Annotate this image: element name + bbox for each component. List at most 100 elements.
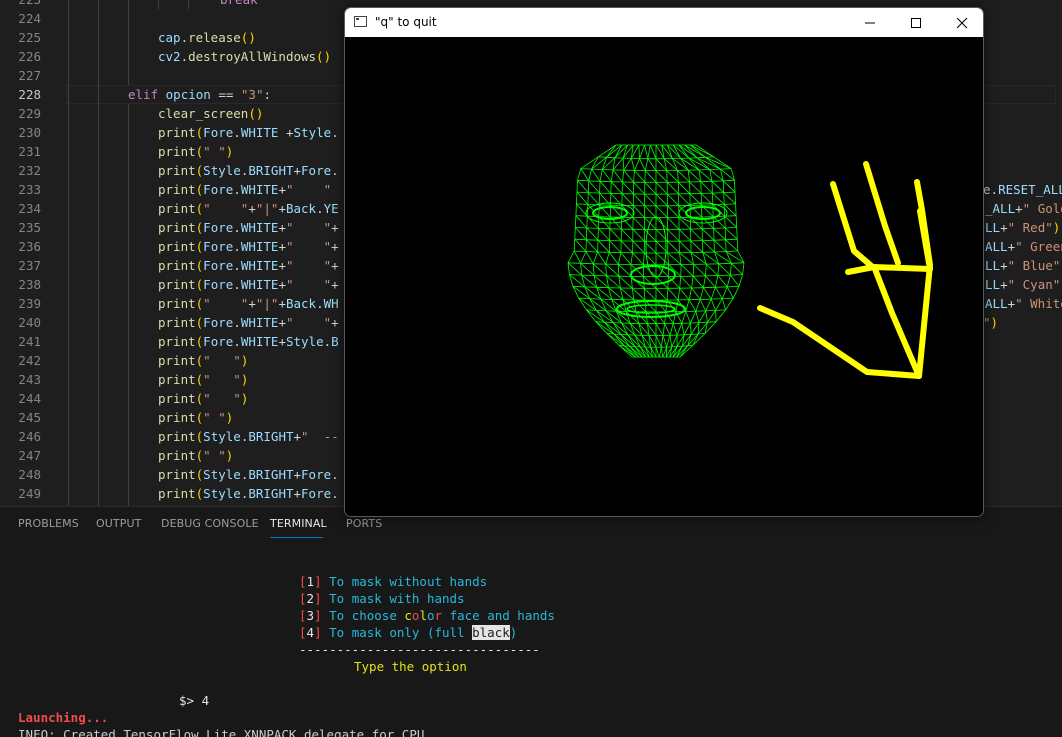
mesh-edge xyxy=(622,182,633,194)
mesh-edge xyxy=(686,300,689,312)
mesh-edge xyxy=(656,171,667,183)
line-number: 242 xyxy=(0,351,41,370)
line-number: 249 xyxy=(0,484,41,503)
hand-bone xyxy=(833,184,919,376)
minimize-button[interactable] xyxy=(847,8,893,37)
code-line: print(Fore.WHITE+" "+ xyxy=(158,218,339,237)
mesh-edge xyxy=(575,216,576,228)
mesh-edge xyxy=(673,324,677,336)
mesh-edge xyxy=(692,276,694,288)
mesh-edge xyxy=(568,263,569,275)
mesh-edge xyxy=(609,252,618,264)
mesh-edge xyxy=(613,323,628,335)
mesh-edge xyxy=(577,180,578,192)
mesh-edge xyxy=(667,194,678,206)
mesh-edge xyxy=(596,310,604,322)
mesh-edge xyxy=(578,180,589,181)
mesh-edge xyxy=(606,264,619,276)
mesh-edge xyxy=(575,239,587,240)
tab-ports[interactable]: PORTS xyxy=(346,517,382,530)
mesh-edge xyxy=(581,252,586,264)
close-button[interactable] xyxy=(939,8,984,37)
code-fragment: LL+" Cyan") xyxy=(985,275,1062,294)
mesh-edge xyxy=(736,204,737,216)
mesh-edge xyxy=(668,229,680,241)
maximize-button[interactable] xyxy=(893,8,939,37)
mesh-edge xyxy=(689,288,692,300)
mesh-edge xyxy=(619,345,636,357)
mesh-edge xyxy=(581,169,592,170)
mesh-edge xyxy=(587,228,598,240)
mesh-edge xyxy=(598,228,609,240)
mesh-edge xyxy=(581,263,594,264)
code-line: print(Style.BRIGHT+Fore. xyxy=(158,161,339,180)
mesh-edge xyxy=(586,310,596,311)
mesh-edge xyxy=(726,251,738,252)
mesh-edge xyxy=(622,194,633,206)
mesh-edge xyxy=(631,158,634,170)
mesh-edge xyxy=(705,157,731,168)
mesh-edge xyxy=(644,288,656,300)
line-number: 237 xyxy=(0,256,41,275)
window-titlebar[interactable]: "q" to quit xyxy=(345,8,983,37)
tab-terminal[interactable]: TERMINAL xyxy=(270,517,327,530)
opencv-window[interactable]: "q" to quit xyxy=(344,7,984,517)
mesh-edge xyxy=(723,180,734,181)
code-line: print(Fore.WHITE+" "+ xyxy=(158,256,339,275)
line-number: 244 xyxy=(0,389,41,408)
tab-debug-console[interactable]: DEBUG CONSOLE xyxy=(161,517,259,530)
mesh-edge xyxy=(736,216,737,228)
mesh-edge xyxy=(724,204,735,205)
mesh-edge xyxy=(696,311,699,322)
mesh-edge xyxy=(743,263,744,275)
mesh-edge xyxy=(700,300,706,311)
code-line: print(Fore.WHITE+" "+ xyxy=(158,237,339,256)
mesh-edge xyxy=(727,286,739,287)
mesh-edge xyxy=(633,194,644,206)
mesh-edge xyxy=(714,228,726,239)
mesh-edge xyxy=(622,217,633,229)
mesh-edge xyxy=(634,170,635,182)
mesh-edge xyxy=(645,206,656,218)
code-line: print(Fore.WHITE+" "+ xyxy=(158,313,339,332)
code-line: print(" ") xyxy=(158,351,248,370)
mesh-edge xyxy=(706,311,708,322)
line-number-gutter: 2232242252262272282292302312322332342352… xyxy=(0,0,48,506)
mesh-edge xyxy=(576,216,587,217)
mesh-edge xyxy=(702,229,714,240)
menu-option-4: [4] To mask only (full black) xyxy=(299,624,517,641)
line-number: 247 xyxy=(0,446,41,465)
mesh-edge xyxy=(668,288,678,300)
mesh-edge xyxy=(575,227,576,239)
mesh-edge xyxy=(622,323,628,335)
mesh-edge xyxy=(635,335,640,347)
mesh-edge xyxy=(640,145,645,159)
mesh-edge xyxy=(719,264,731,275)
mesh-edge xyxy=(731,263,744,264)
mesh-edge xyxy=(701,182,713,193)
mesh-edge xyxy=(735,192,736,204)
mesh-edge xyxy=(621,229,632,241)
tab-problems[interactable]: PROBLEMS xyxy=(18,517,79,530)
mesh-edge xyxy=(681,158,689,170)
mesh-edge xyxy=(634,182,645,194)
mesh-edge xyxy=(568,263,581,264)
mesh-edge xyxy=(613,170,622,182)
mesh-edge xyxy=(611,182,622,194)
line-number: 232 xyxy=(0,161,41,180)
mesh-edge xyxy=(656,335,661,347)
mesh-edge xyxy=(645,171,646,183)
mesh-edge xyxy=(593,264,606,276)
code-fragment: ALL+" Green xyxy=(985,237,1062,256)
tab-output[interactable]: OUTPUT xyxy=(96,517,141,530)
mesh-edge xyxy=(639,145,640,159)
mesh-edge xyxy=(681,158,699,170)
mesh-edge xyxy=(722,298,733,299)
mesh-edge xyxy=(668,253,681,265)
code-line: cap.release() xyxy=(158,28,256,47)
mesh-edge xyxy=(631,253,633,265)
face-mesh xyxy=(568,145,744,357)
mesh-edge xyxy=(656,288,667,300)
line-number: 227 xyxy=(0,66,41,85)
code-line: print(" ") xyxy=(158,389,248,408)
